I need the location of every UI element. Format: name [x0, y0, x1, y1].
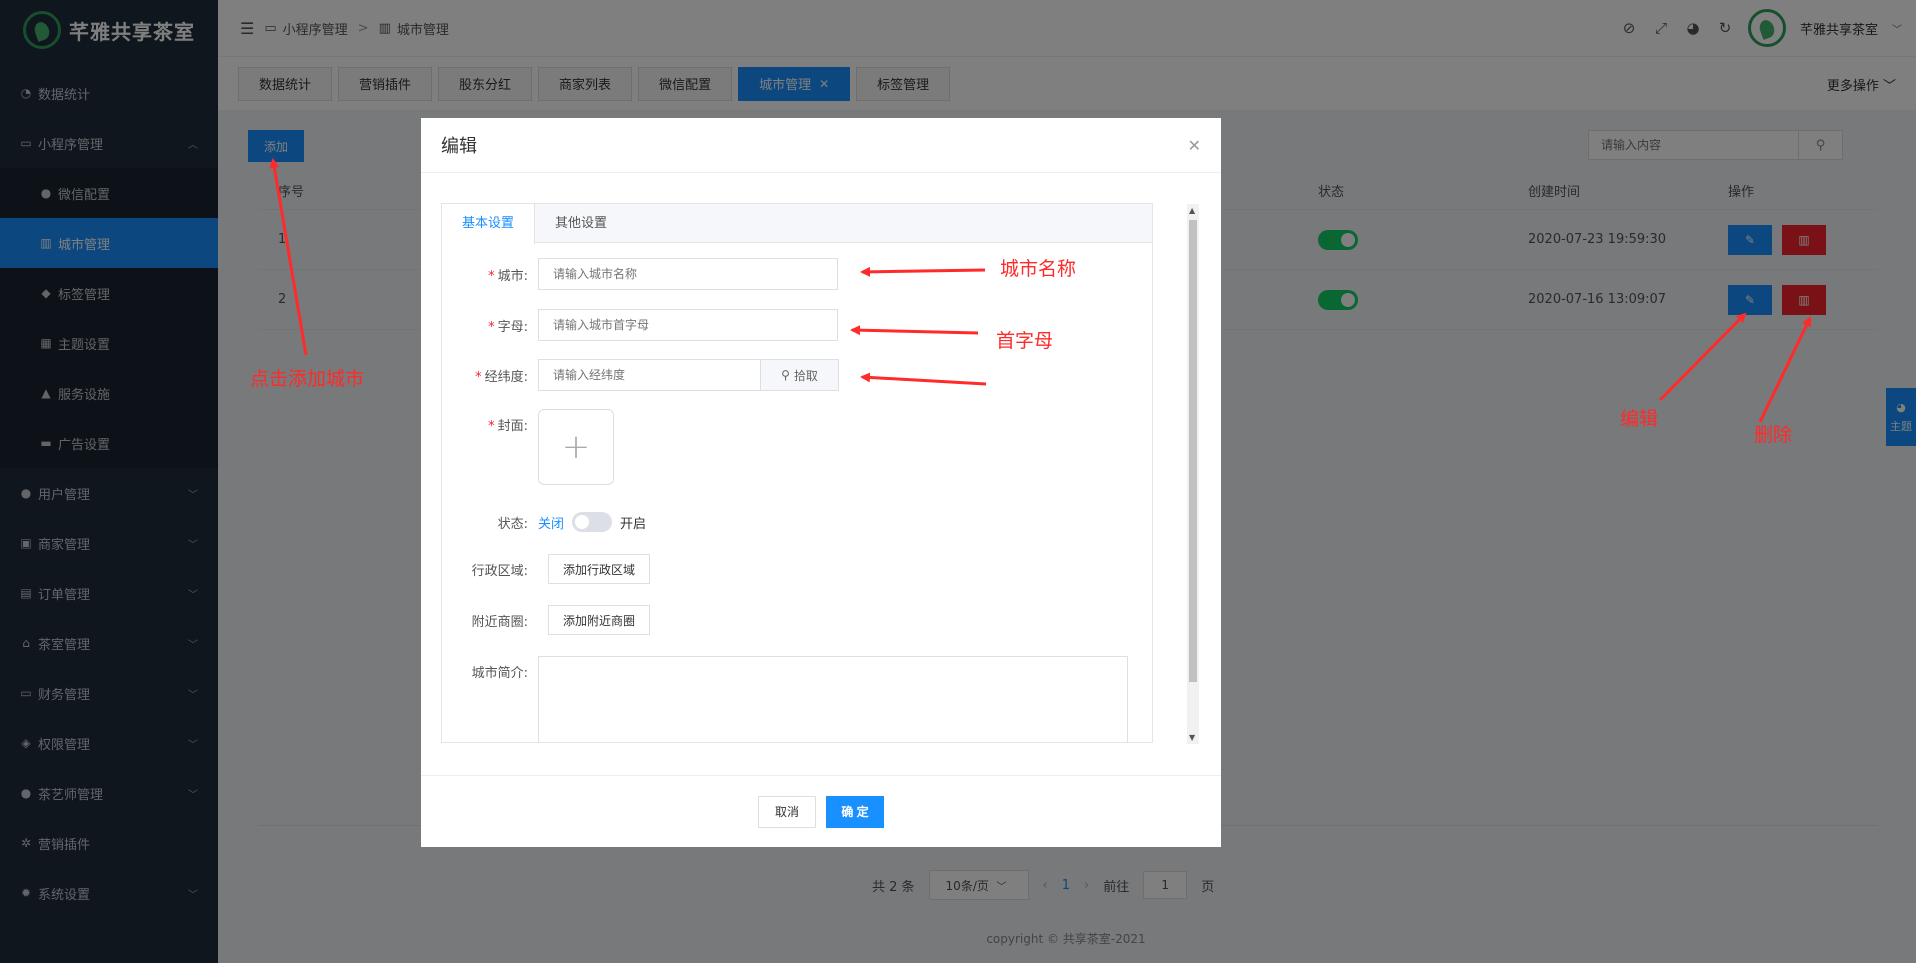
form-row-latlng: *经纬度: ⚲拾取: [442, 359, 839, 391]
cancel-button[interactable]: 取消: [758, 795, 816, 828]
form-row-status: 状态: 关闭 开启: [442, 512, 646, 532]
required-mark: *: [488, 268, 495, 284]
form-row-intro: 城市简介:: [442, 656, 1128, 742]
annotation-first-letter: 首字母: [996, 330, 1054, 352]
dialog-title: 编辑: [441, 136, 477, 157]
intro-label: 城市简介:: [471, 666, 528, 681]
latlng-input[interactable]: [538, 359, 761, 391]
annotation-edit: 编辑: [1620, 408, 1659, 430]
dialog-form: 基本设置 其他设置 *城市: *字母: *经纬度: ⚲拾取 *封面: + 状态:…: [441, 203, 1153, 743]
intro-textarea[interactable]: [538, 656, 1128, 742]
form-row-city: * 城市:: [442, 258, 838, 290]
district-label: 行政区域:: [471, 563, 528, 579]
add-nearby-button[interactable]: 添加附近商圈: [548, 605, 651, 635]
pick-location-button[interactable]: ⚲ 拾取: [761, 359, 839, 391]
dialog-header: 编辑 ✕: [421, 118, 1221, 173]
tab-basic-settings[interactable]: 基本设置: [442, 204, 536, 244]
scroll-thumb[interactable]: [1189, 220, 1197, 682]
annotation-city-name: 城市名称: [1000, 258, 1077, 280]
cover-label: 封面:: [497, 419, 528, 434]
status-on-label: 开启: [620, 516, 647, 532]
tab-other-settings[interactable]: 其他设置: [535, 204, 627, 243]
form-row-cover: * 封面: +: [442, 409, 614, 485]
cover-upload[interactable]: +: [538, 409, 614, 485]
dialog-scrollbar[interactable]: ▲ ▼: [1187, 204, 1199, 744]
scroll-up-icon[interactable]: ▲: [1189, 206, 1195, 215]
plus-icon: +: [561, 427, 591, 467]
latlng-label: 经纬度:: [484, 369, 528, 385]
form-tabs: 基本设置 其他设置: [442, 204, 1152, 244]
add-district-button[interactable]: 添加行政区域: [548, 554, 651, 584]
form-row-nearby: 附近商圈: 添加附近商圈: [442, 605, 651, 635]
close-icon[interactable]: ✕: [1188, 136, 1201, 155]
required-mark: *: [488, 319, 495, 335]
scroll-down-icon[interactable]: ▼: [1189, 733, 1195, 742]
required-mark: *: [488, 419, 495, 434]
status-off-label: 关闭: [538, 516, 565, 532]
search-icon: ⚲: [781, 368, 790, 382]
letter-label: 字母:: [497, 319, 528, 335]
city-label: 城市:: [497, 268, 528, 284]
required-mark: *: [475, 369, 482, 385]
dialog-footer: 取消 确 定: [421, 775, 1221, 847]
letter-input[interactable]: [538, 309, 838, 341]
status-switch[interactable]: [572, 512, 613, 532]
edit-dialog: 编辑 ✕ 基本设置 其他设置 *城市: *字母: *经纬度: ⚲拾取 *封面: …: [421, 118, 1221, 847]
annotation-delete: 删除: [1754, 424, 1793, 446]
confirm-button[interactable]: 确 定: [826, 795, 884, 828]
nearby-label: 附近商圈:: [471, 614, 528, 630]
status-label: 状态:: [497, 516, 528, 532]
city-input[interactable]: [538, 258, 838, 290]
annotation-add-city: 点击添加城市: [250, 368, 365, 390]
form-row-district: 行政区域: 添加行政区域: [442, 554, 651, 584]
form-row-letter: * 字母:: [442, 309, 838, 341]
